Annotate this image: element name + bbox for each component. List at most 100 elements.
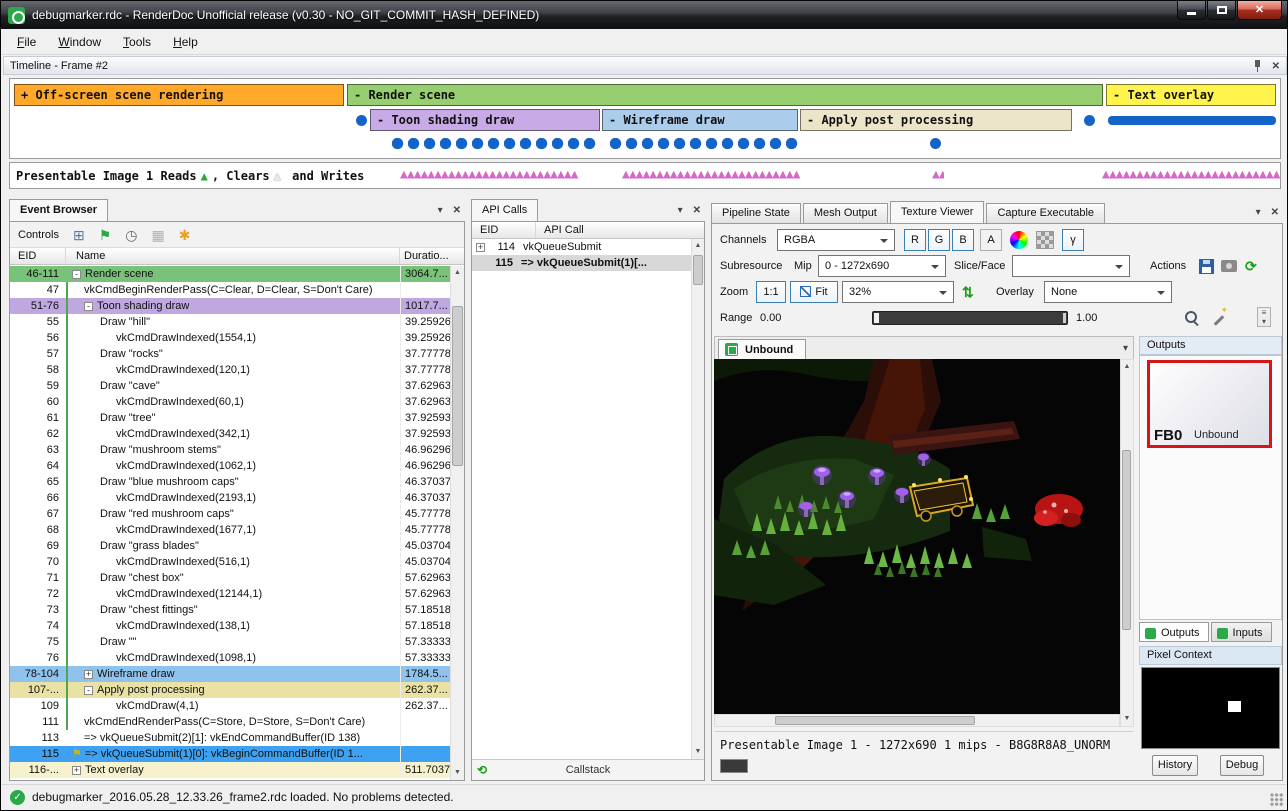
tab-event-browser[interactable]: Event Browser — [9, 199, 108, 221]
tab-api-calls[interactable]: API Calls — [471, 199, 538, 221]
color-wheel-icon[interactable] — [1010, 231, 1028, 249]
stats-icon[interactable] — [151, 228, 164, 242]
panel-close-icon[interactable] — [693, 204, 701, 216]
event-browser-columns[interactable]: EID Name Duratio... — [10, 248, 464, 265]
menu-item[interactable]: Window — [47, 31, 112, 53]
event-row[interactable]: 70 vkCmdDrawIndexed(516,1) 45.03704 — [10, 554, 450, 570]
panel-menu-icon[interactable] — [438, 204, 443, 216]
event-row[interactable]: 113 => vkQueueSubmit(2)[1]: vkEndCommand… — [10, 730, 450, 746]
refresh-icon[interactable] — [1245, 256, 1257, 276]
api-call-row[interactable]: + 114 vkQueueSubmit — [472, 239, 691, 255]
event-dot[interactable] — [356, 115, 367, 126]
range-max-value[interactable]: 1.00 — [1076, 307, 1097, 329]
write-markers[interactable] — [400, 167, 600, 185]
fit-button[interactable]: Fit — [790, 281, 838, 303]
timeline-block-offscreen[interactable]: + Off-screen scene rendering — [14, 84, 344, 106]
event-row[interactable]: 65 Draw "blue mushroom caps" 46.37037 — [10, 474, 450, 490]
event-row[interactable]: 55 Draw "hill" 39.25926 — [10, 314, 450, 330]
event-row[interactable]: 76 vkCmdDrawIndexed(1098,1) 57.33333 — [10, 650, 450, 666]
dock-tab[interactable]: Capture Executable — [986, 203, 1105, 223]
channels-dropdown[interactable]: RGBA — [777, 229, 895, 251]
event-row[interactable]: 67 Draw "red mushroom caps" 45.77778 — [10, 506, 450, 522]
event-row[interactable]: 75 Draw "" 57.33333 — [10, 634, 450, 650]
panel-menu-icon[interactable] — [1256, 206, 1261, 218]
gamma-button[interactable]: γ — [1062, 229, 1084, 251]
column-duration[interactable]: Duratio... — [400, 248, 464, 264]
zoom-value-combo[interactable]: 32% — [842, 281, 954, 303]
timeline-block-post-processing[interactable]: - Apply post processing — [800, 109, 1072, 131]
mip-dropdown[interactable]: 0 - 1272x690 — [818, 255, 946, 277]
column-eid[interactable]: EID — [472, 222, 536, 238]
tab-inputs[interactable]: Inputs — [1211, 622, 1272, 642]
event-row[interactable]: 66 vkCmdDrawIndexed(2193,1) 46.37037 — [10, 490, 450, 506]
event-row[interactable]: 64 vkCmdDrawIndexed(1062,1) 46.96296 — [10, 458, 450, 474]
texture-tab-unbound[interactable]: Unbound — [718, 339, 806, 360]
range-options-button[interactable] — [1257, 307, 1271, 327]
panel-menu-icon[interactable] — [678, 204, 683, 216]
panel-close-icon[interactable] — [453, 204, 461, 216]
texture-display[interactable] — [714, 359, 1120, 714]
event-row[interactable]: 61 Draw "tree" 37.92593 — [10, 410, 450, 426]
scroll-up-icon[interactable] — [692, 239, 704, 253]
event-row[interactable]: 107-... -Apply post processing 262.37... — [10, 682, 450, 698]
api-calls-scrollbar[interactable] — [691, 239, 704, 759]
timeline-toggle-icon[interactable] — [73, 228, 85, 242]
tab-outputs[interactable]: Outputs — [1139, 622, 1209, 642]
tree-toggle[interactable]: - — [72, 270, 81, 279]
range-min-value[interactable]: 0.00 — [760, 307, 781, 329]
red-channel-button[interactable]: R — [904, 229, 926, 251]
alpha-channel-button[interactable]: A — [980, 229, 1002, 251]
time-durations-icon[interactable] — [125, 228, 137, 242]
callstack-section[interactable]: Callstack — [472, 759, 704, 780]
dock-tab[interactable]: Texture Viewer — [890, 201, 985, 223]
write-markers[interactable] — [932, 167, 944, 185]
event-row[interactable]: 111 vkCmdEndRenderPass(C=Store, D=Store,… — [10, 714, 450, 730]
event-row[interactable]: 46-111 -Render scene 3064.7... — [10, 266, 450, 282]
magnifier-icon[interactable] — [1184, 310, 1199, 325]
event-row[interactable]: 71 Draw "chest box" 57.62963 — [10, 570, 450, 586]
timeline-block-text-overlay[interactable]: - Text overlay — [1106, 84, 1276, 106]
menu-item[interactable]: Help — [162, 31, 209, 53]
menu-item[interactable]: Tools — [112, 31, 162, 53]
timeline-panel-header[interactable]: Timeline - Frame #2 — [3, 56, 1287, 75]
pixel-context-view[interactable] — [1141, 667, 1280, 749]
event-row[interactable]: 56 vkCmdDrawIndexed(1554,1) 39.25926 — [10, 330, 450, 346]
event-dot-bar[interactable] — [1108, 116, 1276, 125]
overlay-dropdown[interactable]: None — [1044, 281, 1172, 303]
tree-toggle[interactable]: - — [84, 686, 93, 695]
column-name[interactable]: Name — [66, 248, 400, 264]
column-eid[interactable]: EID — [10, 248, 66, 264]
timeline-block-render-scene[interactable]: - Render scene — [347, 84, 1103, 106]
scroll-up-icon[interactable] — [451, 266, 464, 280]
blue-channel-button[interactable]: B — [952, 229, 974, 251]
timeline[interactable]: + Off-screen scene rendering - Render sc… — [9, 78, 1281, 159]
event-row[interactable]: 116-... +Text overlay 511.7037 — [10, 762, 450, 778]
write-markers[interactable] — [1102, 167, 1284, 185]
scroll-thumb[interactable] — [452, 306, 463, 466]
scroll-thumb[interactable] — [693, 255, 703, 285]
bookmark-icon[interactable] — [179, 228, 191, 242]
event-row[interactable]: 74 vkCmdDrawIndexed(138,1) 57.18518 — [10, 618, 450, 634]
scroll-thumb[interactable] — [1122, 450, 1131, 630]
event-row[interactable]: 51-76 -Toon shading draw 1017.7... — [10, 298, 450, 314]
api-calls-columns[interactable]: EID API Call — [472, 222, 704, 239]
flip-y-icon[interactable] — [962, 281, 974, 303]
event-row[interactable]: 58 vkCmdDrawIndexed(120,1) 37.77778 — [10, 362, 450, 378]
event-row[interactable]: 72 vkCmdDrawIndexed(12144,1) 57.62963 — [10, 586, 450, 602]
event-row[interactable]: 57 Draw "rocks" 37.77778 — [10, 346, 450, 362]
texture-vertical-scrollbar[interactable] — [1120, 359, 1134, 727]
event-dot[interactable] — [930, 138, 941, 149]
dock-tab[interactable]: Pipeline State — [711, 203, 801, 223]
event-row[interactable]: 63 Draw "mushroom stems" 46.96296 — [10, 442, 450, 458]
title-bar[interactable]: debugmarker.rdc - RenderDoc Unofficial r… — [1, 1, 1287, 29]
range-slider[interactable] — [872, 311, 1068, 325]
column-api-call[interactable]: API Call — [536, 222, 704, 238]
api-call-row[interactable]: 115 => vkQueueSubmit(1)[... — [472, 255, 691, 271]
event-row[interactable]: 68 vkCmdDrawIndexed(1677,1) 45.77778 — [10, 522, 450, 538]
event-row[interactable]: 60 vkCmdDrawIndexed(60,1) 37.62963 — [10, 394, 450, 410]
event-dots-toon[interactable] — [392, 138, 597, 149]
resize-grip[interactable] — [1270, 793, 1284, 807]
event-row[interactable]: 78-104 +Wireframe draw 1784.5... — [10, 666, 450, 682]
tree-toggle[interactable]: + — [84, 670, 93, 679]
debug-button[interactable]: Debug — [1220, 755, 1264, 776]
